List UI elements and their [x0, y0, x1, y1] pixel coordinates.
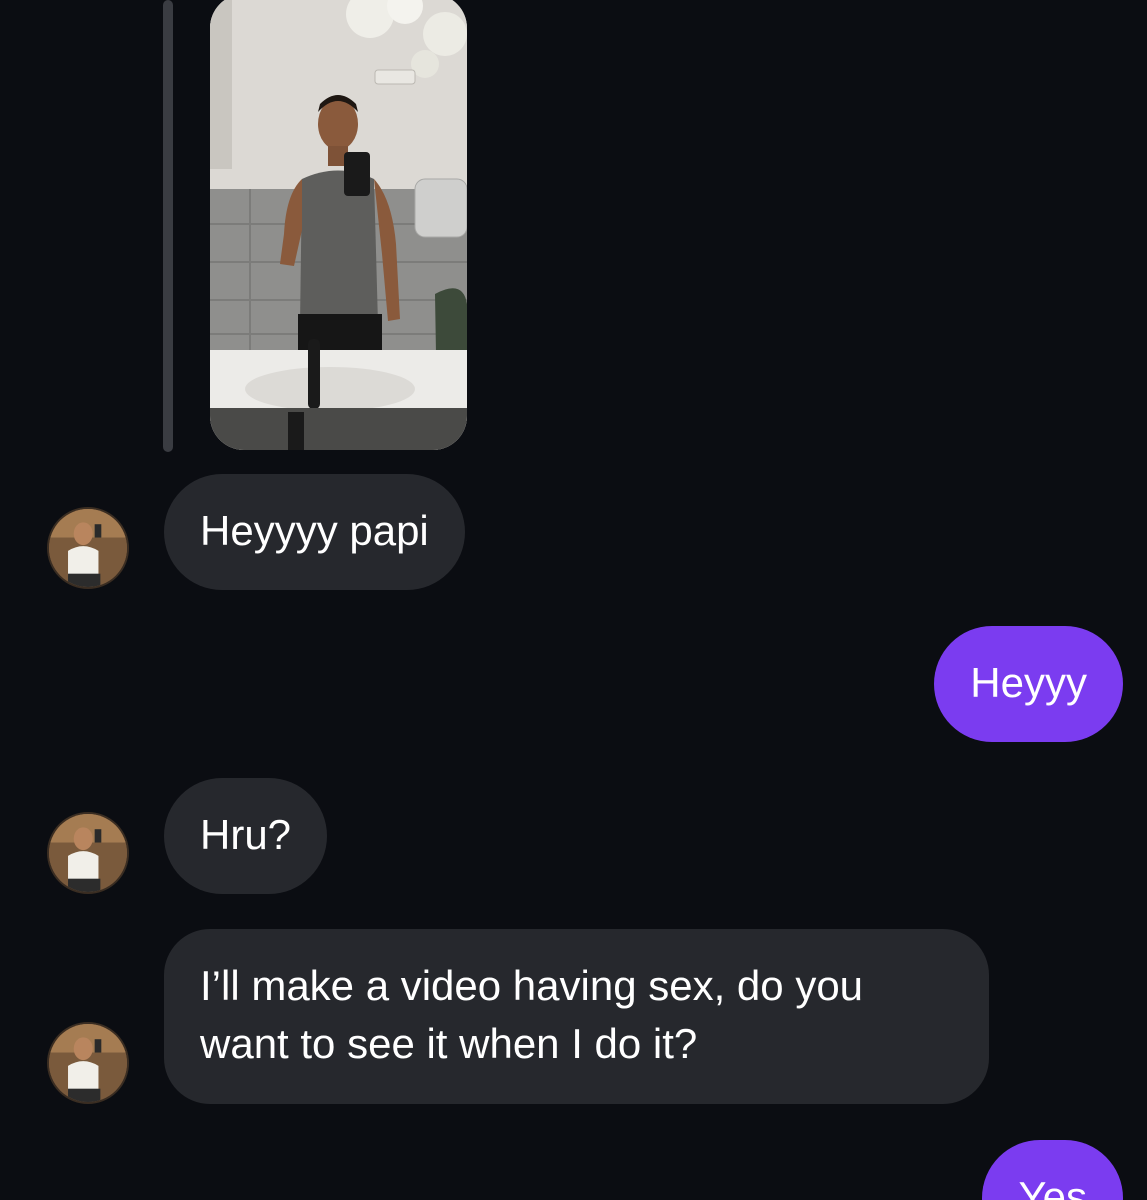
message-bubble-outgoing[interactable]: Heyyy [934, 626, 1123, 742]
contact-avatar-icon [49, 1024, 127, 1102]
contact-avatar[interactable] [47, 812, 129, 894]
message-bubble-incoming[interactable]: I’ll make a video having sex, do you wan… [164, 929, 989, 1104]
message-text: Heyyy [970, 659, 1087, 706]
contact-avatar[interactable] [47, 1022, 129, 1104]
mirror-selfie-photo-icon [210, 0, 467, 450]
message-bubble-outgoing[interactable]: Yes [982, 1140, 1123, 1200]
message-text: Hru? [200, 811, 292, 858]
contact-avatar-icon [49, 814, 127, 892]
message-text: I’ll make a video having sex, do you wan… [200, 962, 864, 1067]
message-bubble-incoming[interactable]: Heyyyy papi [164, 474, 465, 590]
chat-thread: Heyyyy papi Heyyy Hru? I’ll make a video… [0, 0, 1147, 1200]
message-bubble-incoming[interactable]: Hru? [164, 778, 328, 894]
reply-indicator-line [163, 0, 173, 452]
contact-avatar[interactable] [47, 507, 129, 589]
contact-avatar-icon [49, 509, 127, 587]
message-text: Yes [1018, 1173, 1087, 1200]
message-text: Heyyyy papi [200, 507, 429, 554]
shared-photo[interactable] [210, 0, 467, 450]
